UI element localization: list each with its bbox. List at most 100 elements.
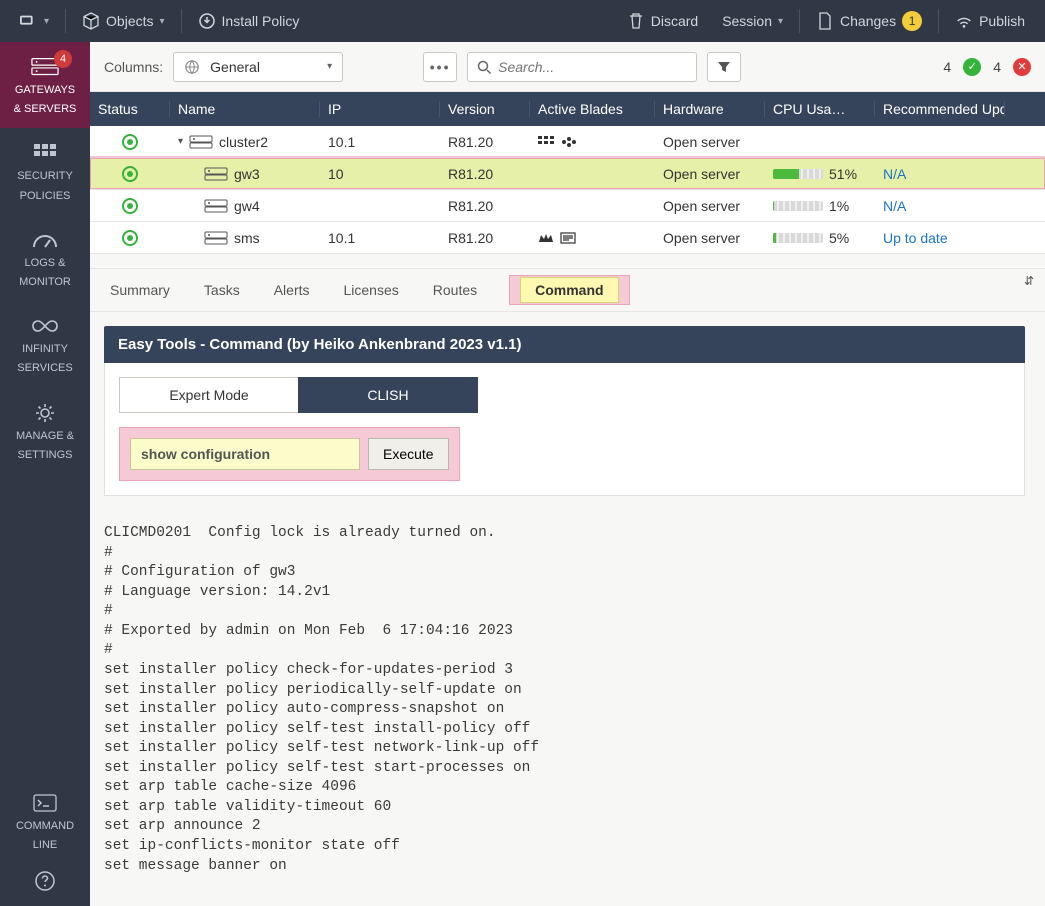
nav-label-line1: COMMAND [16, 820, 74, 833]
table-row[interactable]: gw4R81.20Open server1%N/A [90, 190, 1045, 222]
changes-button[interactable]: Changes 1 [806, 0, 932, 42]
nav-logs-monitor[interactable]: LOGS & MONITOR [0, 215, 90, 301]
nav-label-line1: INFINITY [22, 343, 68, 356]
detail-tab-alerts[interactable]: Alerts [272, 278, 312, 302]
trash-icon [627, 12, 645, 30]
columns-label: Columns: [104, 59, 163, 75]
nav-infinity-services[interactable]: INFINITY SERVICES [0, 301, 90, 387]
cell-recommended[interactable]: N/A [883, 166, 906, 182]
cell-ip: 10.1 [328, 134, 355, 150]
nav-label-line2: MONITOR [19, 276, 71, 289]
cell-version: R81.20 [448, 166, 493, 182]
detail-tab-summary[interactable]: Summary [108, 278, 172, 302]
mode-tab-clish[interactable]: CLISH [298, 377, 478, 413]
command-input-highlight: Execute [119, 427, 460, 481]
session-menu-button[interactable]: Session ▾ [712, 0, 793, 42]
cell-version: R81.20 [448, 230, 493, 246]
document-icon [816, 12, 834, 30]
app-menu-button[interactable]: ▾ [10, 0, 59, 42]
execute-button[interactable]: Execute [368, 438, 449, 470]
cell-name: sms [234, 230, 260, 246]
grid-icon [31, 142, 59, 164]
nav-manage-settings[interactable]: MANAGE & SETTINGS [0, 388, 90, 474]
nav-label-line2: SETTINGS [17, 449, 72, 462]
nav-label-line1: GATEWAYS [15, 84, 75, 97]
error-status-icon: ✕ [1013, 58, 1031, 76]
main-content: Columns: General ▾ ••• [90, 42, 1045, 906]
cell-recommended[interactable]: Up to date [883, 230, 948, 246]
blade-cluster-icon [560, 136, 578, 148]
publish-button[interactable]: Publish [945, 0, 1035, 42]
discard-label: Discard [651, 13, 698, 29]
ok-status-icon: ✓ [963, 58, 981, 76]
blade-log-icon [560, 232, 576, 244]
help-icon [31, 870, 59, 892]
search-input[interactable] [498, 59, 688, 75]
separator [181, 9, 182, 33]
nav-badge: 4 [54, 50, 72, 68]
col-status[interactable]: Status [90, 101, 170, 117]
blade-firewall-icon [538, 136, 554, 148]
col-name[interactable]: Name [170, 101, 320, 117]
nav-security-policies[interactable]: SECURITY POLICIES [0, 128, 90, 214]
collapse-toggle[interactable]: ⇵ [1021, 273, 1037, 289]
nav-label-line1: MANAGE & [16, 430, 74, 443]
app-icon [20, 12, 38, 30]
detail-tab-command-highlight: Command [509, 275, 629, 305]
columns-dropdown[interactable]: General ▾ [173, 52, 343, 82]
cell-blades [530, 232, 655, 244]
col-recommended[interactable]: Recommended Upd [875, 101, 1005, 117]
table-row[interactable]: ▾cluster210.1R81.20Open server [90, 126, 1045, 158]
detail-tab-tasks[interactable]: Tasks [202, 278, 242, 302]
nav-label-line2: & SERVERS [14, 103, 77, 116]
cell-hardware: Open server [663, 134, 740, 150]
expand-caret-icon[interactable]: ▾ [178, 136, 183, 147]
col-hardware[interactable]: Hardware [655, 101, 765, 117]
gauge-icon [31, 229, 59, 251]
mode-tab-expert[interactable]: Expert Mode [119, 377, 299, 413]
nav-help[interactable] [27, 864, 63, 902]
table-row[interactable]: sms10.1R81.20Open server5%Up to date [90, 222, 1045, 254]
cell-hardware: Open server [663, 198, 740, 214]
install-policy-button[interactable]: Install Policy [188, 0, 310, 42]
mode-tabs: Expert Mode CLISH [119, 377, 1010, 413]
filter-button[interactable] [707, 52, 741, 82]
cell-name: gw3 [234, 166, 260, 182]
status-ok-icon [122, 230, 138, 246]
funnel-icon [717, 60, 731, 74]
detail-tab-routes[interactable]: Routes [431, 278, 479, 302]
col-active-blades[interactable]: Active Blades [530, 101, 655, 117]
install-label: Install Policy [222, 13, 300, 29]
search-box[interactable] [467, 52, 697, 82]
nav-label-line2: POLICIES [20, 190, 71, 203]
objects-menu-button[interactable]: Objects ▾ [72, 0, 175, 42]
command-input[interactable] [130, 438, 360, 470]
detail-tab-licenses[interactable]: Licenses [342, 278, 401, 302]
nav-gateways-servers[interactable]: 4 GATEWAYS & SERVERS [0, 42, 90, 128]
status-ok-icon [122, 134, 138, 150]
more-menu-button[interactable]: ••• [423, 52, 457, 82]
objects-label: Objects [106, 13, 153, 29]
col-ip[interactable]: IP [320, 101, 440, 117]
device-icon [204, 167, 228, 181]
status-ok-icon [122, 166, 138, 182]
discard-button[interactable]: Discard [617, 0, 708, 42]
col-cpu[interactable]: CPU Usa… [765, 101, 875, 117]
publish-label: Publish [979, 13, 1025, 29]
table-header-row: Status Name IP Version Active Blades Har… [90, 92, 1045, 126]
detail-tab-command[interactable]: Command [520, 277, 618, 303]
err-count: 4 [993, 59, 1001, 75]
table-row[interactable]: gw310R81.20Open server51%N/A [90, 158, 1045, 190]
command-output: CLICMD0201 Config lock is already turned… [104, 496, 1025, 886]
cell-recommended[interactable]: N/A [883, 198, 906, 214]
detail-panel[interactable]: Easy Tools - Command (by Heiko Ankenbran… [90, 312, 1045, 906]
separator [65, 9, 66, 33]
col-version[interactable]: Version [440, 101, 530, 117]
changes-badge: 1 [902, 11, 922, 31]
filter-row: Columns: General ▾ ••• [90, 42, 1045, 92]
cell-ip: 10 [328, 166, 344, 182]
cell-version: R81.20 [448, 134, 493, 150]
separator [938, 9, 939, 33]
nav-command-line[interactable]: COMMAND LINE [12, 782, 78, 862]
spacer [0, 474, 90, 782]
